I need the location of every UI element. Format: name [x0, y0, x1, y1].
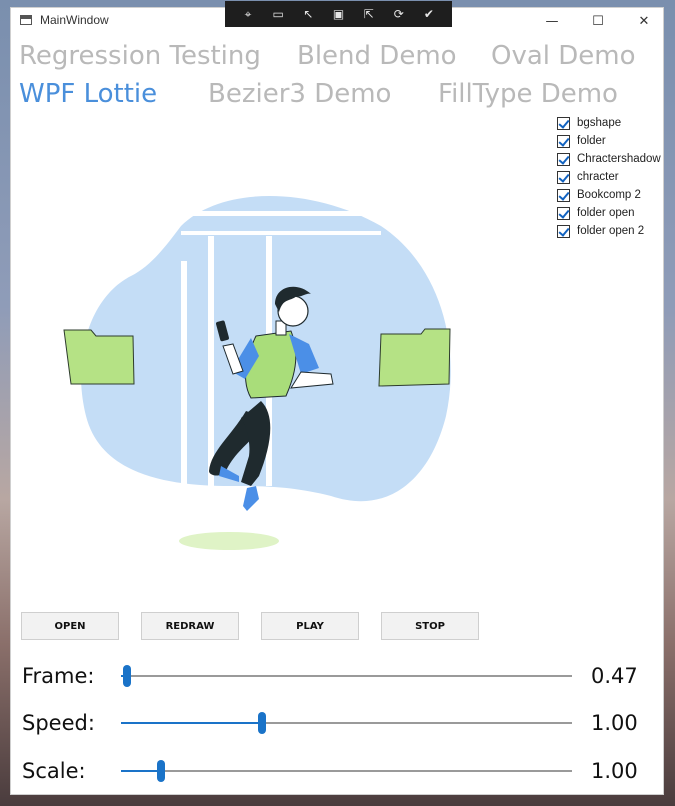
speed-label: Speed: [22, 711, 95, 735]
layer-label: folder open [577, 207, 635, 219]
layer-item-bgshape[interactable]: bgshape [557, 114, 665, 132]
layer-checkbox[interactable] [557, 170, 570, 184]
layer-checkbox[interactable] [557, 224, 570, 238]
layer-checkbox[interactable] [557, 116, 570, 130]
layer-item-chracter[interactable]: chracter [557, 168, 665, 186]
speed-slider-fill [121, 722, 263, 724]
layer-label: Bookcomp 2 [577, 189, 641, 201]
frame-slider-thumb[interactable] [122, 665, 131, 687]
speed-slider-thumb[interactable] [258, 712, 267, 734]
scale-slider-fill [121, 770, 162, 772]
speed-slider[interactable] [121, 712, 572, 734]
layer-label: folder [577, 135, 606, 147]
tab-wpf-lottie[interactable]: WPF Lottie [19, 81, 157, 107]
tab-blend-demo[interactable]: Blend Demo [297, 43, 457, 69]
tab-oval-demo[interactable]: Oval Demo [491, 43, 636, 69]
select-element-icon[interactable]: ⌖ [241, 7, 255, 21]
frame-slider-row: Frame: 0.47 [11, 656, 663, 696]
speed-slider-row: Speed: 1.00 [11, 703, 663, 743]
folder-right [378, 328, 451, 387]
character-shadow [179, 532, 279, 550]
window-title: MainWindow [40, 13, 109, 27]
frame-icon[interactable]: ▣ [331, 7, 345, 21]
close-button[interactable]: ✕ [621, 8, 667, 34]
check-circle-icon[interactable]: ✔ [422, 7, 436, 21]
redraw-button[interactable]: REDRAW [141, 612, 239, 640]
stop-button[interactable]: STOP [381, 612, 479, 640]
lottie-animation-canvas [63, 196, 451, 550]
hot-reload-icon[interactable]: ⟳ [392, 7, 406, 21]
layer-label: bgshape [577, 117, 622, 129]
maximize-button[interactable]: ☐ [575, 8, 621, 34]
layer-label: folder open 2 [577, 225, 645, 237]
layer-checkbox[interactable] [557, 188, 570, 202]
frame-slider[interactable] [121, 665, 572, 687]
tab-bezier3-demo[interactable]: Bezier3 Demo [208, 81, 391, 107]
layer-item-folder-open-2[interactable]: folder open 2 [557, 222, 665, 240]
play-button[interactable]: PLAY [261, 612, 359, 640]
minimize-button[interactable]: — [529, 8, 575, 34]
layer-item-chractershadow[interactable]: Chractershadow [557, 150, 665, 168]
video-icon[interactable]: ▭ [271, 7, 285, 21]
layer-label: Chractershadow [577, 153, 661, 165]
scale-slider-row: Scale: 1.00 [11, 751, 663, 791]
open-button[interactable]: OPEN [21, 612, 119, 640]
tab-regression-testing[interactable]: Regression Testing [19, 43, 261, 69]
layer-item-folder-open[interactable]: folder open [557, 204, 665, 222]
frame-value: 0.47 [591, 664, 638, 688]
folder-left [63, 329, 135, 385]
layer-item-folder[interactable]: folder [557, 132, 665, 150]
tab-filltype-demo[interactable]: FillType Demo [438, 81, 618, 107]
scale-value: 1.00 [591, 759, 638, 783]
layer-item-bookcomp-2[interactable]: Bookcomp 2 [557, 186, 665, 204]
scale-label: Scale: [22, 759, 86, 783]
speed-value: 1.00 [591, 711, 638, 735]
inspect-icon[interactable]: ⇱ [362, 7, 376, 21]
app-icon [20, 15, 32, 25]
frame-label: Frame: [22, 664, 95, 688]
layer-checkbox[interactable] [557, 206, 570, 220]
main-window: MainWindow ⌖ ▭ ↖ ▣ ⇱ ⟳ ✔ — ☐ ✕ Regressio… [10, 1, 665, 795]
scale-slider[interactable] [121, 760, 572, 782]
layer-checkbox[interactable] [557, 152, 570, 166]
layer-list: bgshape folder Chractershadow chracter B… [557, 114, 665, 240]
title-bar: MainWindow ⌖ ▭ ↖ ▣ ⇱ ⟳ ✔ — ☐ ✕ [11, 1, 663, 34]
debug-toolbar: ⌖ ▭ ↖ ▣ ⇱ ⟳ ✔ [225, 1, 452, 27]
layer-checkbox[interactable] [557, 134, 570, 148]
pointer-icon[interactable]: ↖ [301, 7, 315, 21]
layer-label: chracter [577, 171, 619, 183]
scale-slider-thumb[interactable] [157, 760, 166, 782]
